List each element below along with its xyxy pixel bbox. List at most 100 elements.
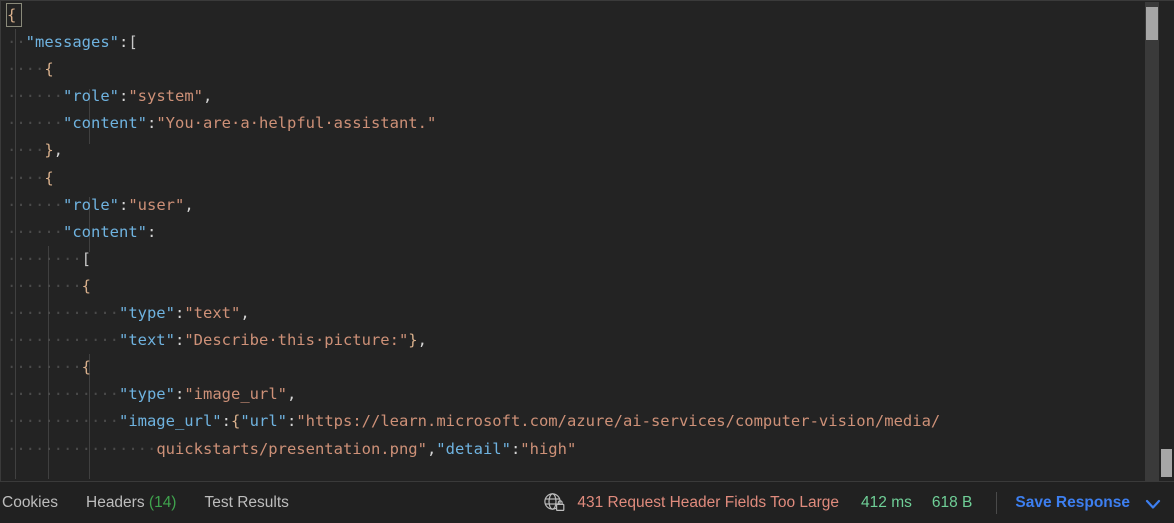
code-line[interactable]: ················quickstarts/presentation… — [1, 436, 940, 463]
code-token-brace: { — [44, 60, 54, 79]
status-code-text: 431 Request Header Fields Too Large — [577, 493, 840, 511]
code-token-punct: : — [287, 412, 297, 431]
save-response-label: Save Response — [1015, 493, 1130, 511]
code-token-key: "content" — [63, 114, 147, 133]
code-token-punct: , — [286, 385, 297, 404]
code-token-string: "user" — [128, 195, 185, 214]
code-token-punct: : — [510, 439, 521, 458]
code-token-key: "role" — [63, 87, 119, 106]
vertical-scrollbar-track[interactable] — [1145, 2, 1159, 481]
json-code-editor[interactable]: {··"messages":[····{······"role":"system… — [0, 0, 1174, 481]
leading-whitespace: ······ — [7, 195, 63, 214]
code-token-punct: , — [426, 439, 437, 458]
tab-cookies[interactable]: Cookies — [0, 482, 72, 523]
code-token-string: quickstarts/presentation.png" — [156, 439, 427, 458]
code-token-string: "Describe·this·picture:" — [184, 331, 409, 350]
leading-whitespace: ·· — [7, 33, 26, 52]
code-token-punct: , — [184, 195, 194, 214]
code-token-brace: } — [44, 141, 54, 160]
globe-lock-icon[interactable] — [541, 490, 567, 516]
code-token-string: "image_url" — [184, 385, 287, 404]
code-token-key: "url" — [240, 412, 287, 431]
tab-headers[interactable]: Headers (14) — [72, 482, 190, 523]
leading-whitespace: ········ — [7, 276, 82, 295]
code-token-brace: { — [230, 412, 241, 431]
leading-whitespace: ················ — [7, 439, 157, 458]
code-token-bracket: [ — [81, 249, 91, 268]
response-meta: 431 Request Header Fields Too Large 412 … — [541, 490, 1174, 516]
minimap-scrollbar-thumb[interactable] — [1161, 449, 1172, 477]
code-token-punct: : — [119, 87, 129, 106]
code-token-punct: , — [203, 87, 213, 106]
code-line[interactable]: ············"image_url":{"url":"https://… — [1, 408, 940, 435]
code-line[interactable]: ············"type":"text", — [1, 300, 940, 327]
code-token-string: "text" — [184, 304, 241, 323]
code-line[interactable]: ······"role":"system", — [1, 83, 940, 110]
code-token-brace: } — [408, 331, 418, 350]
code-token-key: "text" — [118, 331, 175, 350]
code-line[interactable]: ········{ — [1, 354, 940, 381]
code-token-key: "type" — [118, 385, 175, 404]
code-token-brace: { — [81, 276, 91, 295]
code-token-punct: : — [174, 304, 185, 323]
code-line[interactable]: ········[ — [1, 246, 940, 273]
code-line[interactable]: ····{ — [1, 165, 940, 192]
leading-whitespace: ············ — [7, 412, 119, 431]
status-bar-divider — [996, 491, 998, 514]
code-line[interactable]: ····{ — [1, 56, 940, 83]
tab-headers-label: Headers — [86, 494, 145, 511]
code-token-punct: : — [174, 331, 185, 350]
leading-whitespace: ············ — [7, 385, 119, 404]
response-time: 412 ms — [861, 493, 912, 511]
code-token-brace: { — [81, 358, 91, 377]
response-status-bar: Cookies Headers (14) Test Results 431 Re… — [0, 481, 1174, 523]
code-token-punct: : — [119, 195, 129, 214]
leading-whitespace: ······ — [7, 114, 63, 133]
code-token-punct: , — [53, 141, 64, 160]
code-token-punct: : — [147, 222, 157, 241]
response-body-viewer: {··"messages":[····{······"role":"system… — [0, 0, 1174, 523]
code-token-string: "high" — [520, 439, 577, 458]
save-response-button[interactable]: Save Response — [1015, 493, 1161, 512]
code-line[interactable]: ······"role":"user", — [1, 192, 940, 219]
code-line[interactable]: ············"type":"image_url", — [1, 381, 940, 408]
leading-whitespace: ···· — [7, 141, 45, 160]
code-line[interactable]: ········{ — [1, 273, 940, 300]
response-size: 618 B — [931, 493, 973, 511]
leading-whitespace: ···· — [7, 168, 45, 187]
code-line[interactable]: { — [1, 2, 940, 29]
code-line[interactable]: ······"content": — [1, 219, 940, 246]
code-lines[interactable]: {··"messages":[····{······"role":"system… — [1, 2, 940, 463]
code-line[interactable]: ······"content":"You·are·a·helpful·assis… — [1, 110, 940, 137]
tab-cookies-label: Cookies — [2, 494, 58, 511]
code-token-key: "image_url" — [118, 412, 222, 431]
leading-whitespace: ········ — [7, 358, 82, 377]
leading-whitespace: ········ — [7, 249, 82, 268]
chevron-down-icon[interactable] — [1144, 495, 1161, 511]
vertical-scrollbar-thumb[interactable] — [1146, 7, 1158, 40]
code-token-punct: : — [221, 412, 231, 431]
code-surface[interactable]: {··"messages":[····{······"role":"system… — [1, 1, 1174, 481]
code-token-string: "You·are·a·helpful·assistant." — [156, 114, 437, 133]
code-token-key: "role" — [63, 195, 119, 214]
code-line[interactable]: ····}, — [1, 137, 940, 164]
code-token-punct: : — [119, 33, 129, 52]
code-token-key: "type" — [118, 304, 175, 323]
code-token-punct: : — [147, 114, 157, 133]
code-token-punct: , — [240, 304, 250, 323]
code-token-string: "https://learn.microsoft.com/azure/ai-se… — [296, 412, 941, 431]
code-token-punct: , — [417, 331, 427, 350]
leading-whitespace: ······ — [7, 87, 63, 106]
leading-whitespace: ···· — [7, 60, 45, 79]
code-line[interactable]: ··"messages":[ — [1, 29, 940, 56]
code-token-brace: { — [44, 168, 54, 187]
leading-whitespace: ······ — [7, 222, 63, 241]
code-token-bracket: [ — [128, 33, 138, 52]
code-token-brace: { — [7, 6, 17, 24]
code-line[interactable]: ············"text":"Describe·this·pictur… — [1, 327, 940, 354]
code-token-key: "content" — [63, 222, 147, 241]
tab-test-results[interactable]: Test Results — [190, 482, 302, 523]
response-tabs: Cookies Headers (14) Test Results — [0, 482, 303, 523]
code-token-key: "messages" — [25, 33, 119, 52]
tab-headers-count: (14) — [148, 494, 177, 511]
